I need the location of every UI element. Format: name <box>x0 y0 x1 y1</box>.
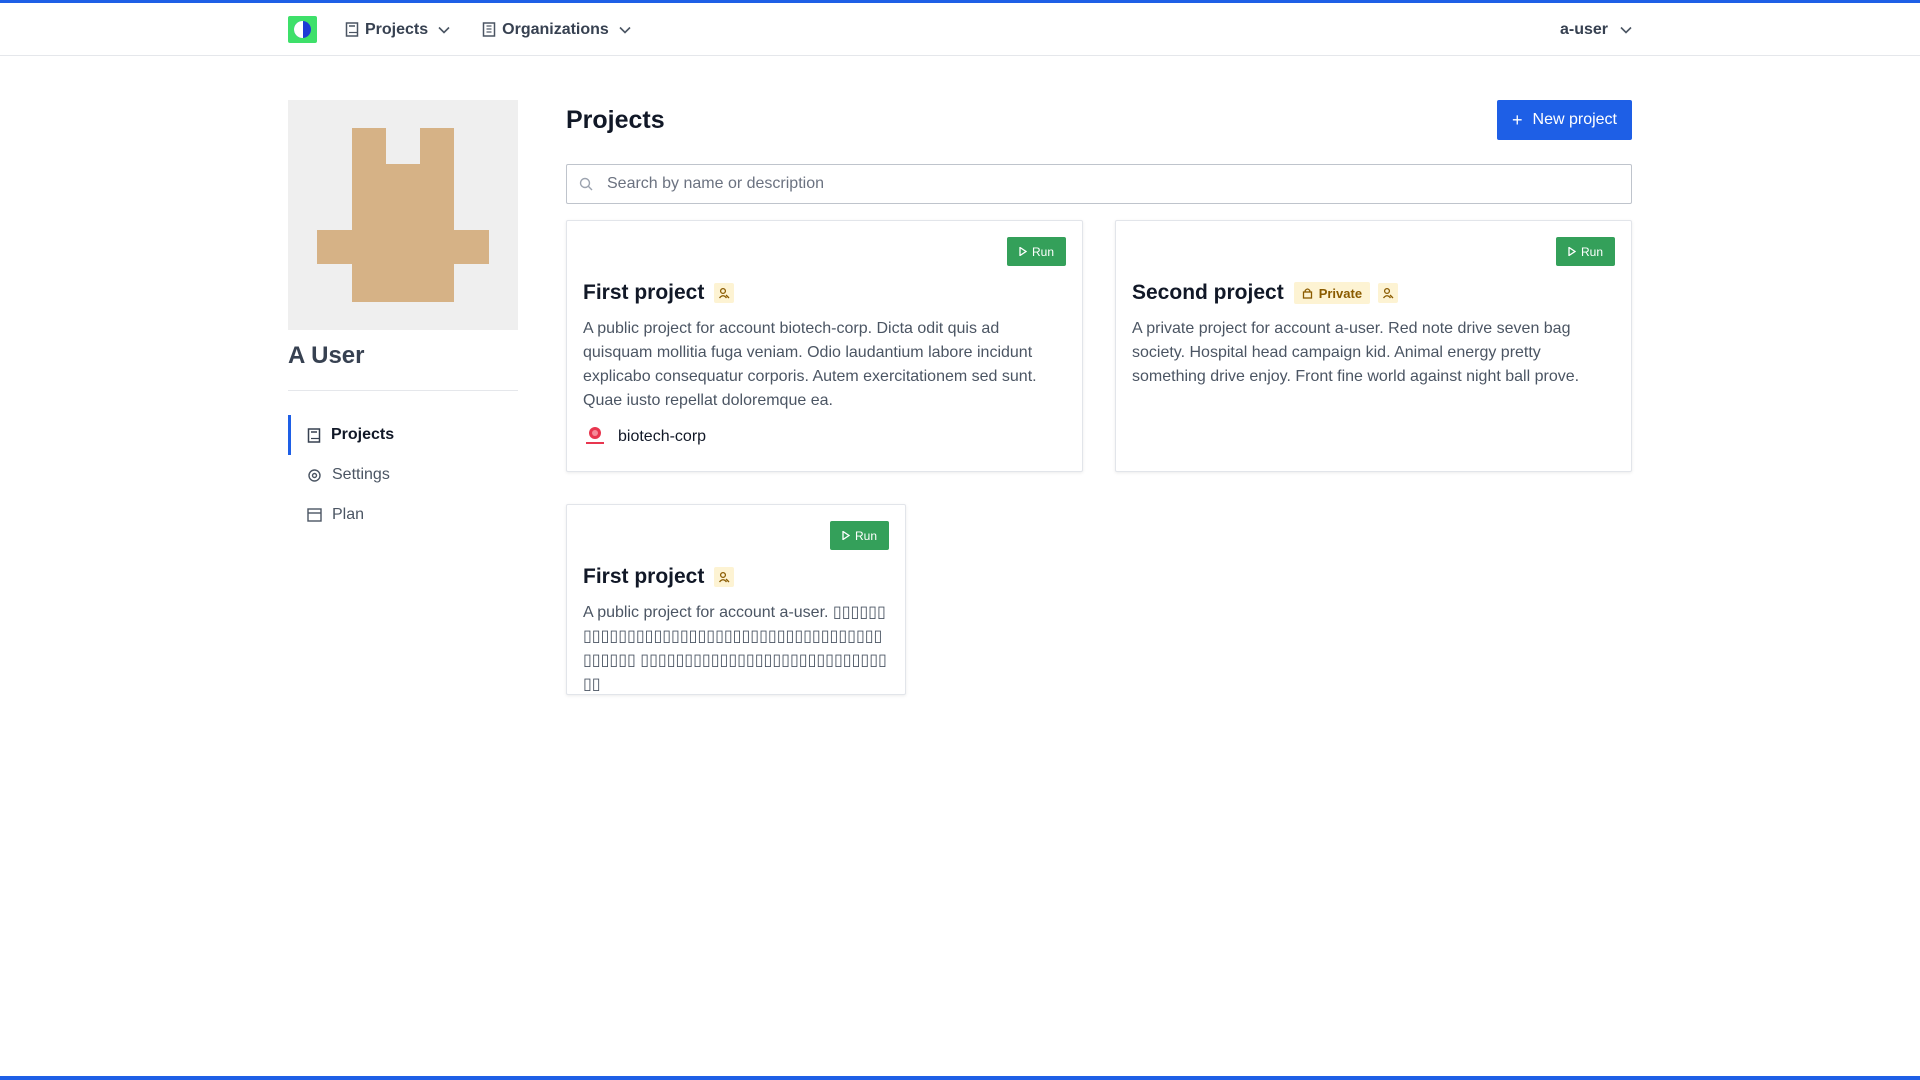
owner-icon <box>1383 287 1394 299</box>
run-label: Run <box>1031 244 1054 259</box>
nav-projects-label: Projects <box>365 20 429 38</box>
sidebar-divider <box>288 390 518 391</box>
org-logo-mark <box>592 430 598 436</box>
project-description: A public project for account a-user. ▯▯▯… <box>583 604 887 693</box>
user-menu-label: a-user <box>1559 20 1608 38</box>
sidebar-item-label: Projects <box>331 426 395 443</box>
settings-icon <box>308 468 321 482</box>
sidebar-item-label: Settings <box>332 466 390 483</box>
owner-icon <box>719 287 730 299</box>
top-navbar: Projects Organizations a-user <box>0 3 1920 56</box>
plus-icon: + <box>1512 110 1523 130</box>
new-project-button[interactable]: + New project <box>1497 100 1632 140</box>
bottom-accent-bar <box>0 1076 1920 1080</box>
profile-name: A User <box>288 342 365 369</box>
book-icon <box>345 22 359 37</box>
project-card[interactable]: Run First project A public project for a… <box>566 220 1083 472</box>
chevron-down-icon <box>1620 26 1632 34</box>
project-card[interactable]: Run Second project Private A private pro… <box>1115 220 1632 472</box>
navbar-inner: Projects Organizations a-user <box>288 3 1632 56</box>
book-icon <box>307 427 321 443</box>
play-icon <box>842 531 850 540</box>
card-title-row: Second project Private <box>1132 281 1399 305</box>
search-icon <box>579 177 593 191</box>
lock-icon <box>1302 288 1312 299</box>
org-logo-mark <box>586 442 604 444</box>
avatar <box>288 100 518 330</box>
sidebar-item-plan[interactable]: Plan <box>288 495 518 535</box>
run-button[interactable]: Run <box>1555 237 1615 266</box>
profile-sidebar: A User Projects Settings Plan <box>288 100 518 535</box>
owner-icon <box>719 571 730 583</box>
project-org[interactable]: biotech-corp <box>583 425 706 449</box>
private-label: Private <box>1318 285 1363 301</box>
play-icon <box>1568 247 1576 256</box>
plan-icon <box>307 508 322 522</box>
avatar-block <box>317 230 489 264</box>
chevron-down-icon <box>619 26 631 34</box>
card-title-row: First project <box>583 281 735 305</box>
nav-organizations-label: Organizations <box>502 20 609 38</box>
sidebar-item-projects[interactable]: Projects <box>288 415 518 455</box>
project-title[interactable]: First project <box>583 565 704 589</box>
avatar-block <box>352 264 454 302</box>
avatar-block <box>420 128 454 164</box>
avatar-block <box>352 164 454 230</box>
org-logo-icon <box>583 425 607 449</box>
run-label: Run <box>1580 244 1603 259</box>
project-title[interactable]: Second project <box>1132 281 1284 305</box>
run-label: Run <box>854 528 877 543</box>
search-input[interactable] <box>566 164 1632 204</box>
app-logo[interactable] <box>288 16 317 43</box>
project-title[interactable]: First project <box>583 281 704 305</box>
run-button[interactable]: Run <box>829 521 889 550</box>
project-card[interactable]: Run First project A public project for a… <box>566 504 906 695</box>
building-icon <box>482 22 496 37</box>
owner-badge <box>1378 283 1399 303</box>
new-project-label: New project <box>1532 111 1617 128</box>
main-header: Projects + New project <box>566 100 1632 140</box>
nav-organizations-menu[interactable]: Organizations <box>482 21 631 39</box>
logo-half <box>294 21 303 38</box>
org-name: biotech-corp <box>618 428 707 445</box>
main-content: Projects + New project Run First project… <box>566 100 1632 695</box>
project-description: A public project for account biotech-cor… <box>583 320 1037 409</box>
card-title-row: First project <box>583 565 735 589</box>
sidebar-item-settings[interactable]: Settings <box>288 455 518 495</box>
project-description: A private project for account a-user. Re… <box>1132 320 1580 385</box>
nav-projects-menu[interactable]: Projects <box>345 21 450 39</box>
avatar-block <box>352 128 386 164</box>
page-title: Projects <box>566 105 665 134</box>
avatar-block <box>419 230 454 264</box>
play-icon <box>1019 247 1027 256</box>
chevron-down-icon <box>438 26 450 34</box>
owner-badge <box>714 567 735 587</box>
sidebar-nav: Projects Settings Plan <box>288 415 518 535</box>
user-menu[interactable]: a-user <box>1560 21 1632 39</box>
private-badge: Private <box>1293 282 1371 304</box>
sidebar-item-label: Plan <box>332 506 365 523</box>
avatar-block <box>352 230 387 264</box>
run-button[interactable]: Run <box>1006 237 1066 266</box>
owner-badge <box>714 283 735 303</box>
search-bar <box>566 164 1632 204</box>
